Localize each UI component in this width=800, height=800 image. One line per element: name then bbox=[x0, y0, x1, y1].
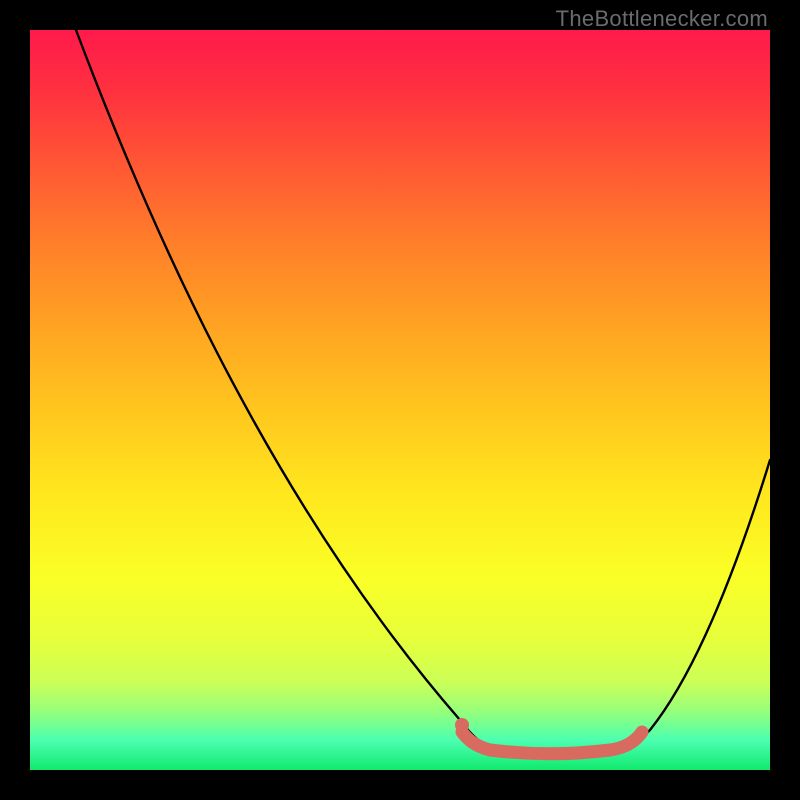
brand-watermark: TheBottleneсker.com bbox=[556, 6, 768, 32]
chart-frame bbox=[30, 30, 770, 770]
chart-background-gradient bbox=[30, 30, 770, 770]
chart-plot-area bbox=[30, 30, 770, 770]
